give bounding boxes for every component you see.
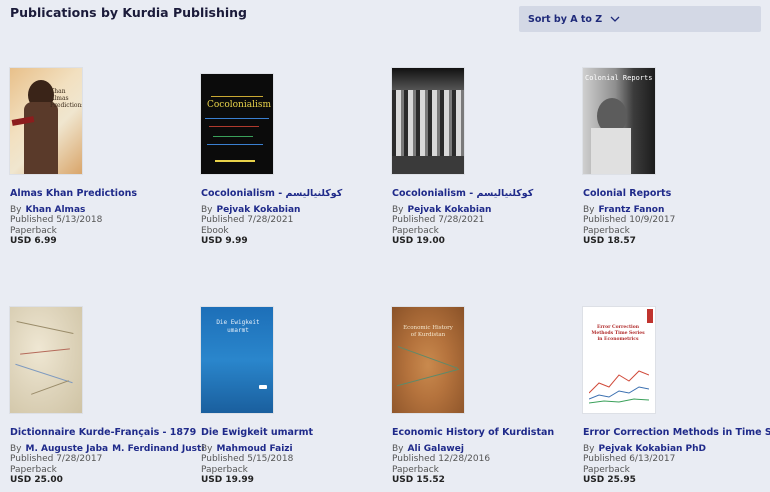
book-byline: By M. Auguste Jaba M. Ferdinand Justi <box>10 444 204 454</box>
book-format: Paperback <box>10 464 57 475</box>
book-byline: By Pejvak Kokabian <box>201 205 381 215</box>
author-link[interactable]: M. Auguste Jaba <box>26 444 109 454</box>
publish-date: Published 10/9/2017 <box>583 215 676 225</box>
by-label: By <box>10 205 22 215</box>
publish-date: Published 6/13/2017 <box>583 454 676 464</box>
book-price: USD 6.99 <box>10 236 57 246</box>
book-cover[interactable]: Die Ewigkeit umarmt <box>201 307 273 413</box>
book-price: USD 25.95 <box>583 475 636 485</box>
book-format: Paperback <box>583 225 630 236</box>
book-byline: By Pejvak Kokabian PhD <box>583 444 763 454</box>
by-label: By <box>10 444 22 454</box>
book-cover[interactable]: Colonial Reports <box>583 68 655 174</box>
by-label: By <box>392 444 404 454</box>
book-cover[interactable]: Error Correction Methods Time Series in … <box>583 307 655 413</box>
book-price: USD 15.52 <box>392 475 445 485</box>
book-format: Paperback <box>583 464 630 475</box>
publish-date: Published 7/28/2021 <box>201 215 294 225</box>
page-title: Publications by Kurdia Publishing <box>10 5 248 20</box>
cover-text: Xhan Almas Predictions <box>50 88 82 109</box>
book-cover[interactable] <box>10 307 82 413</box>
publish-date: Published 5/13/2018 <box>10 215 103 225</box>
book-byline: By Frantz Fanon <box>583 205 763 215</box>
author-link[interactable]: Mahmoud Faizi <box>217 444 293 454</box>
book-title[interactable]: Economic History of Kurdistan <box>392 427 572 438</box>
publish-date: Published 7/28/2021 <box>392 215 485 225</box>
book-format: Paperback <box>201 464 248 475</box>
book-byline: By Pejvak Kokabian <box>392 205 572 215</box>
cover-text: Economic History of Kurdistan <box>403 325 453 338</box>
book-format: Paperback <box>10 225 57 236</box>
author-link[interactable]: Frantz Fanon <box>599 205 665 215</box>
book-price: USD 19.00 <box>392 236 445 246</box>
book-price: USD 9.99 <box>201 236 248 246</box>
by-label: By <box>392 205 404 215</box>
author-link[interactable]: M. Ferdinand Justi <box>112 444 204 454</box>
cover-text: Colonial Reports <box>585 74 653 82</box>
book-title[interactable]: Colonial Reports <box>583 188 763 199</box>
author-link[interactable]: Ali Galawej <box>408 444 464 454</box>
cover-graph <box>589 370 649 404</box>
book-card: Cocolonialism - کوکلنیالیسم By Pejvak Kok… <box>392 68 572 247</box>
book-price: USD 18.57 <box>583 236 636 246</box>
publish-date: Published 5/15/2018 <box>201 454 294 464</box>
book-card: Economic History of Kurdistan Economic H… <box>392 307 572 486</box>
book-byline: By Mahmoud Faizi <box>201 444 381 454</box>
book-cover[interactable]: Economic History of Kurdistan <box>392 307 464 413</box>
book-cover[interactable]: Xhan Almas Predictions <box>10 68 82 174</box>
by-label: By <box>201 205 213 215</box>
book-format: Paperback <box>392 225 439 236</box>
book-title[interactable]: Error Correction Methods in Time Series <box>583 427 770 438</box>
book-format: Paperback <box>392 464 439 475</box>
book-title[interactable]: Die Ewigkeit umarmt <box>201 427 381 438</box>
author-link[interactable]: Pejvak Kokabian <box>408 205 492 215</box>
book-byline: By Khan Almas <box>10 205 190 215</box>
book-title[interactable]: Almas Khan Predictions <box>10 188 190 199</box>
book-price: USD 25.00 <box>10 475 63 485</box>
book-title[interactable]: Dictionnaire Kurde-Français - 1879 <box>10 427 196 438</box>
cover-text: Die Ewigkeit umarmt <box>216 319 260 334</box>
author-link[interactable]: Pejvak Kokabian PhD <box>599 444 707 454</box>
cover-text: Cocolonialism <box>207 100 272 110</box>
book-byline: By Ali Galawej <box>392 444 572 454</box>
publish-date: Published 12/28/2016 <box>392 454 491 464</box>
author-link[interactable]: Pejvak Kokabian <box>217 205 301 215</box>
publish-date: Published 7/28/2017 <box>10 454 103 464</box>
book-card: Cocolonialism Cocolonialism - کوکلنیالیس… <box>201 74 381 247</box>
book-price: USD 19.99 <box>201 475 254 485</box>
by-label: By <box>583 444 595 454</box>
cover-text: Error Correction Methods Time Series in … <box>591 325 645 342</box>
book-title[interactable]: Cocolonialism - کوکلنیالیسم <box>201 188 381 199</box>
book-cover[interactable]: Cocolonialism <box>201 74 273 174</box>
book-title[interactable]: Cocolonialism - کوکلنیالیسم <box>392 188 572 199</box>
by-label: By <box>583 205 595 215</box>
sort-dropdown[interactable]: Sort by A to Z <box>519 6 761 32</box>
book-cover[interactable] <box>392 68 464 174</box>
by-label: By <box>201 444 213 454</box>
book-card: Error Correction Methods Time Series in … <box>583 307 770 486</box>
sort-label: Sort by A to Z <box>528 13 603 25</box>
book-card: Dictionnaire Kurde-Français - 1879 By M. … <box>10 307 204 486</box>
chevron-down-icon <box>610 16 620 22</box>
book-card: Die Ewigkeit umarmt Die Ewigkeit umarmt … <box>201 307 381 486</box>
book-card: Colonial Reports Colonial Reports By Fran… <box>583 68 763 247</box>
book-card: Xhan Almas Predictions Almas Khan Predic… <box>10 68 190 247</box>
book-format: Ebook <box>201 225 229 236</box>
author-link[interactable]: Khan Almas <box>26 205 86 215</box>
